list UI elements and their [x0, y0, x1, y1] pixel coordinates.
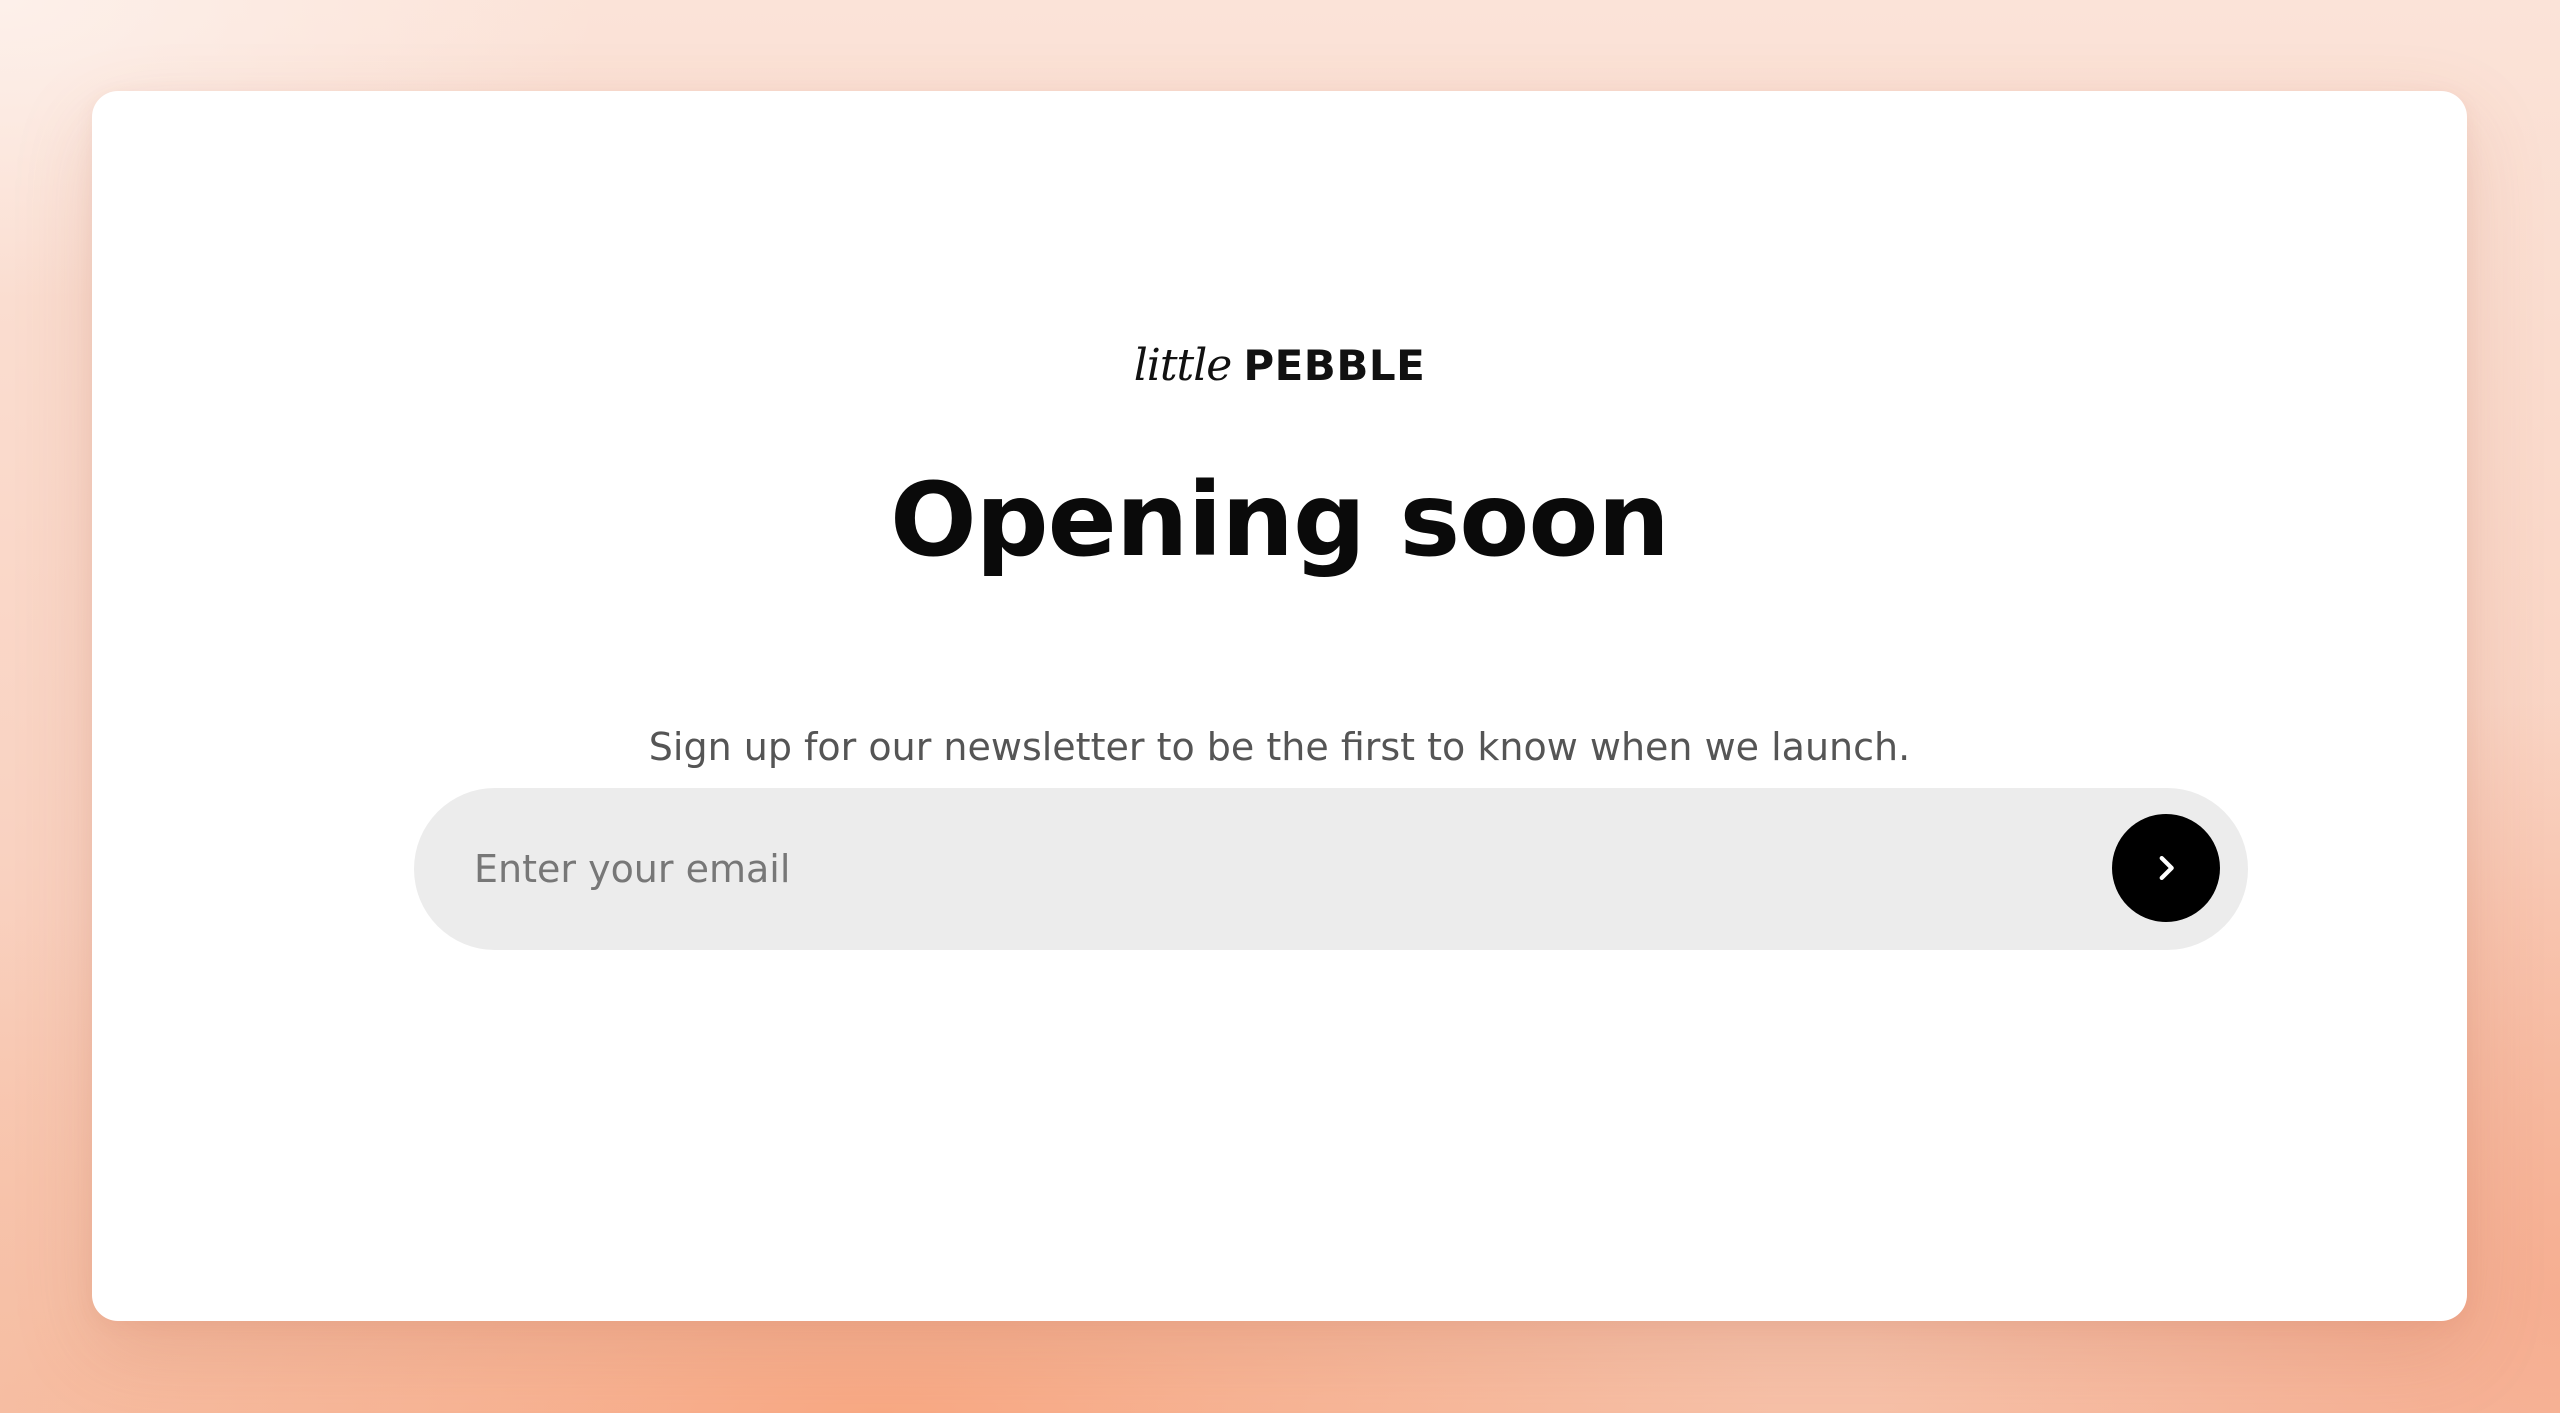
page-subtitle: Sign up for our newsletter to be the fir… [648, 725, 1911, 769]
brand-logo: little PEBBLE [92, 331, 2467, 401]
submit-button[interactable] [2112, 814, 2220, 922]
email-input[interactable] [474, 788, 2034, 950]
newsletter-signup-form [414, 788, 2248, 950]
brand-logo-word: PEBBLE [1243, 341, 1426, 390]
coming-soon-card: little PEBBLE Opening soon Sign up for ou… [92, 91, 2467, 1321]
chevron-right-icon [2159, 855, 2174, 881]
page-title: Opening soon [889, 461, 1670, 580]
brand-logo-script: little [1133, 340, 1233, 391]
